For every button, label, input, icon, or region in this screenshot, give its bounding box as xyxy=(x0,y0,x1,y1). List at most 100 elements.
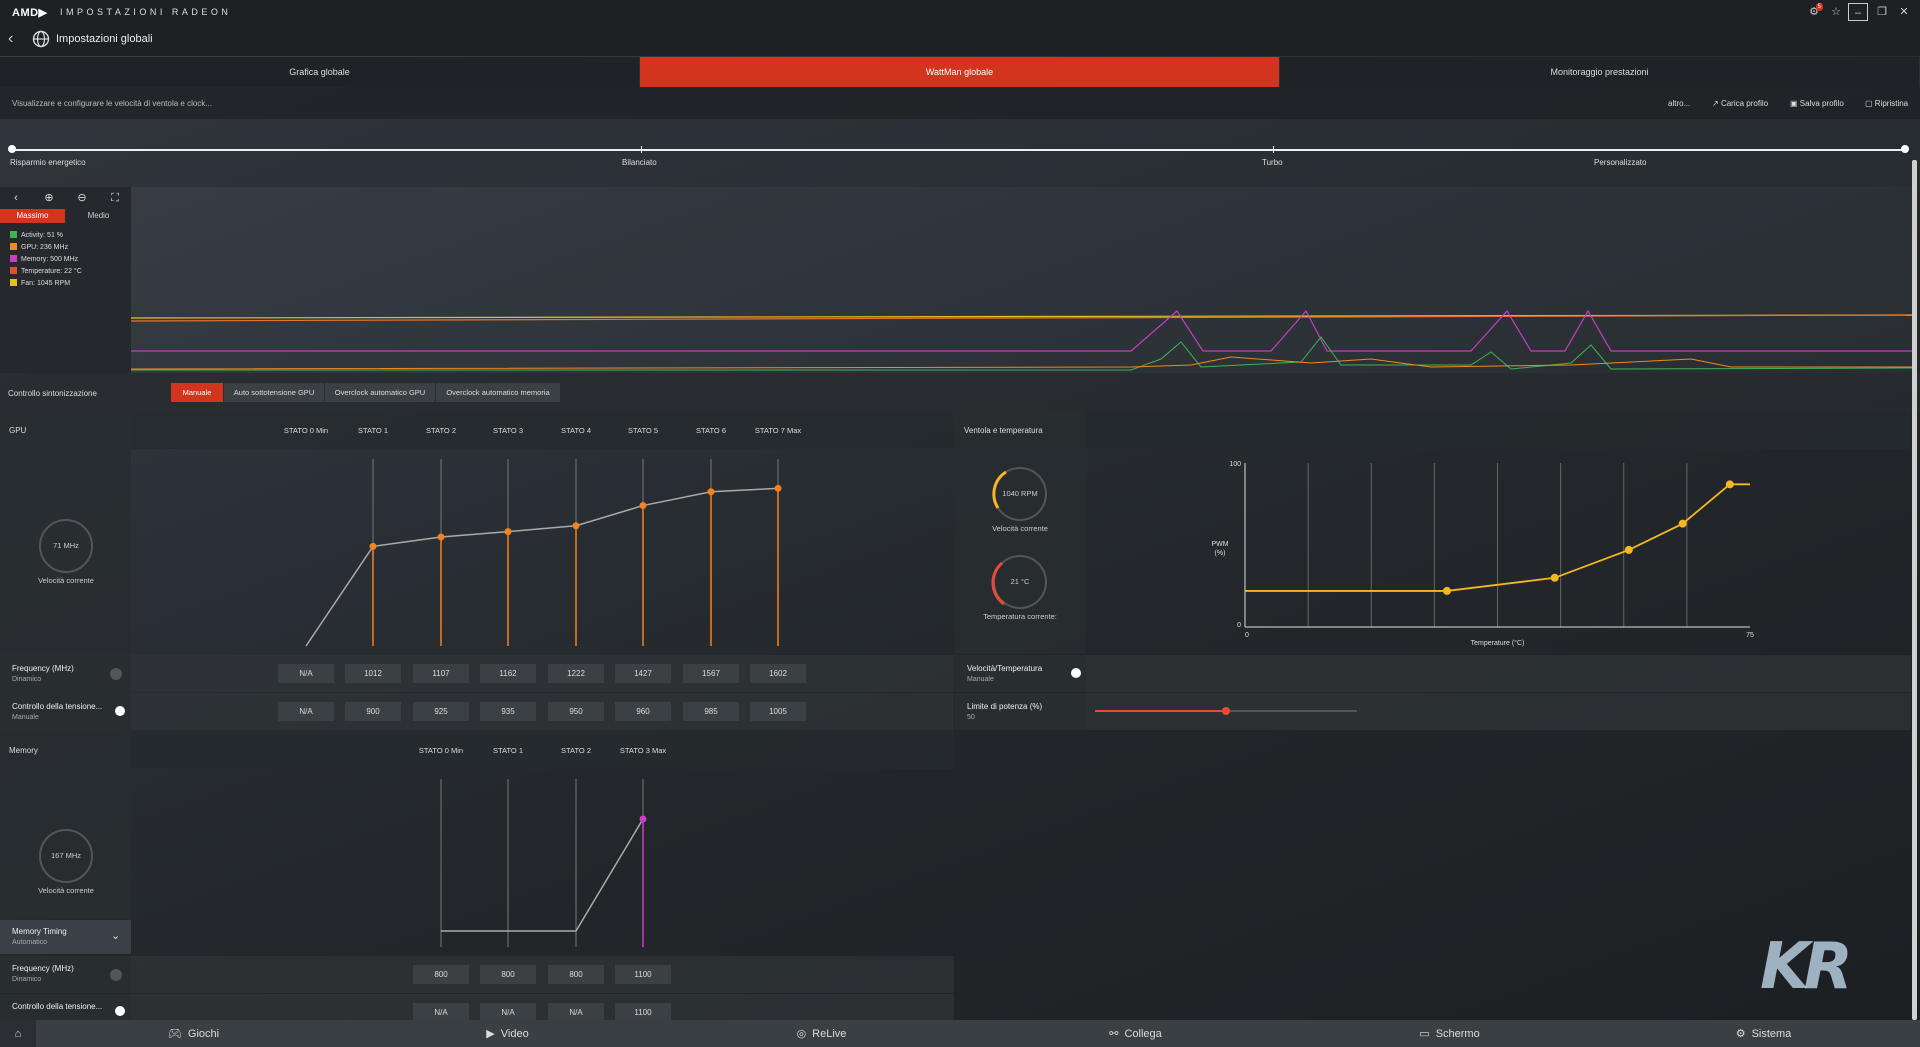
relive-icon: ◎ xyxy=(796,1028,807,1040)
memory-volt-toggle[interactable] xyxy=(115,1006,125,1016)
fan-header xyxy=(955,411,1911,449)
tab-wattman-globale[interactable]: WattMan globale xyxy=(640,57,1280,87)
gpu-state-point[interactable] xyxy=(707,488,715,496)
gpu-freq-cell[interactable]: 1222 xyxy=(548,664,604,683)
gpu-section-title: GPU xyxy=(9,426,27,435)
nav-collega[interactable]: ⚯ Collega xyxy=(978,1020,1292,1047)
gpu-volt-cell[interactable]: N/A xyxy=(278,702,334,721)
gpu-freq-cell[interactable]: 1012 xyxy=(345,664,401,683)
gpu-volt-cell[interactable]: 1005 xyxy=(750,702,806,721)
gpu-volt-cell[interactable]: 960 xyxy=(615,702,671,721)
gpu-state-point[interactable] xyxy=(437,533,445,541)
profile-bilanciato[interactable]: Bilanciato xyxy=(622,158,657,167)
gpu-volt-cell[interactable]: 950 xyxy=(548,702,604,721)
memory-freq-cell[interactable]: 1100 xyxy=(615,965,671,984)
save-profile-button[interactable]: ▣ Salva profilo xyxy=(1790,99,1844,108)
tuning-manual-button[interactable]: Manuale xyxy=(171,383,223,402)
memory-freq-toggle[interactable] xyxy=(110,969,122,981)
fan-section-title: Ventola e temperatura xyxy=(964,426,1043,435)
load-profile-button[interactable]: ↗ Carica profilo xyxy=(1712,99,1768,108)
gpu-volt-cell[interactable]: 900 xyxy=(345,702,401,721)
tuning-auto-undervolt-button[interactable]: Auto sottotensione GPU xyxy=(224,383,324,402)
fan-vt-toggle[interactable] xyxy=(1071,668,1081,678)
power-slider-fill xyxy=(1095,710,1226,712)
nav-video[interactable]: ▶ Video xyxy=(350,1020,664,1047)
gpu-gauge-label: Velocità corrente xyxy=(38,576,94,585)
memory-freq-row xyxy=(0,956,954,993)
home-icon[interactable]: ⌂ xyxy=(0,1020,36,1047)
fan-curve-point[interactable] xyxy=(1678,519,1687,528)
gpu-gauge-value: 71 MHz xyxy=(53,541,79,550)
tuning-label: Controllo sintonizzazione xyxy=(8,389,97,398)
gpu-volt-cell[interactable]: 925 xyxy=(413,702,469,721)
memory-freq-cell[interactable]: 800 xyxy=(548,965,604,984)
scrollbar[interactable] xyxy=(1912,160,1917,1020)
gpu-volt-sub: Manuale xyxy=(12,714,39,721)
fullscreen-icon[interactable]: ⛶ xyxy=(99,187,131,209)
legend-item: Memory: 500 MHz xyxy=(10,255,78,263)
gpu-freq-cell[interactable]: 1427 xyxy=(615,664,671,683)
back-arrow-icon[interactable]: ‹ xyxy=(8,30,13,48)
gpu-freq-cell[interactable]: 1567 xyxy=(683,664,739,683)
description-text: Visualizzare e configurare le velocità d… xyxy=(12,99,212,108)
profile-turbo[interactable]: Turbo xyxy=(1262,158,1283,167)
fan-curve-point[interactable] xyxy=(1443,586,1451,595)
gpu-state-point[interactable] xyxy=(774,484,782,492)
fan-curve-point[interactable] xyxy=(1550,573,1559,582)
gpu-volt-cell[interactable]: 985 xyxy=(683,702,739,721)
gpu-freq-toggle[interactable] xyxy=(110,668,122,680)
share-icon: ⚯ xyxy=(1109,1028,1119,1040)
gpu-freq-cell[interactable]: 1162 xyxy=(480,664,536,683)
more-link[interactable]: altro... xyxy=(1668,99,1690,108)
chevron-down-icon[interactable]: ⌄ xyxy=(111,929,120,942)
tab-medio[interactable]: Medio xyxy=(66,209,131,223)
memory-volt-row xyxy=(0,994,954,1020)
tab-grafica-globale[interactable]: Grafica globale xyxy=(0,57,640,87)
gpu-freq-cell[interactable]: N/A xyxy=(278,664,334,683)
nav-schermo[interactable]: ▭ Schermo xyxy=(1292,1020,1606,1047)
tuning-auto-oc-gpu-button[interactable]: Overclock automatico GPU xyxy=(325,383,435,402)
fan-temp-value: 21 °C xyxy=(1010,577,1030,586)
gpu-state-point[interactable] xyxy=(572,522,580,530)
load-icon: ↗ xyxy=(1712,99,1721,108)
gpu-state-point[interactable] xyxy=(369,542,377,550)
profile-risparmio[interactable]: Risparmio energetico xyxy=(10,158,86,167)
memory-freq-cell[interactable]: 800 xyxy=(480,965,536,984)
gpu-state-point[interactable] xyxy=(639,502,647,510)
profile-personalizzato[interactable]: Personalizzato xyxy=(1594,158,1646,167)
tab-massimo[interactable]: Massimo xyxy=(0,209,65,223)
restore-icon[interactable]: ❐ xyxy=(1872,3,1892,21)
globe-icon xyxy=(32,30,50,48)
gpu-freq-cell[interactable]: 1602 xyxy=(750,664,806,683)
chevron-left-icon[interactable]: ‹ xyxy=(0,187,32,209)
gpu-freq-cell[interactable]: 1107 xyxy=(413,664,469,683)
nav-sistema[interactable]: ⚙ Sistema xyxy=(1606,1020,1920,1047)
gpu-volt-cell[interactable]: 935 xyxy=(480,702,536,721)
profile-knob[interactable] xyxy=(1901,145,1909,153)
close-icon[interactable]: ✕ xyxy=(1894,3,1914,21)
memory-freq-cell[interactable]: 800 xyxy=(413,965,469,984)
memory-state-point[interactable] xyxy=(639,815,647,823)
zoom-out-icon[interactable]: ⊖ xyxy=(66,187,98,209)
star-icon[interactable]: ☆ xyxy=(1826,3,1846,21)
nav-giochi[interactable]: 🎮︎ Giochi xyxy=(36,1020,350,1047)
activity-line xyxy=(131,336,1916,371)
notification-icon[interactable]: ⚙ 5 xyxy=(1804,3,1824,21)
nav-relive[interactable]: ◎ ReLive xyxy=(664,1020,978,1047)
memory-timing-label: Memory Timing xyxy=(12,927,67,936)
gpu-state-point[interactable] xyxy=(504,528,512,536)
power-slider-knob[interactable] xyxy=(1222,707,1230,715)
fan-temp-label: Temperatura corrente: xyxy=(983,612,1057,621)
fan-curve-point[interactable] xyxy=(1725,480,1734,489)
fan-curve-point[interactable] xyxy=(1624,545,1633,554)
profile-track[interactable] xyxy=(12,149,1905,151)
zoom-in-icon[interactable]: ⊕ xyxy=(33,187,65,209)
minimize-icon[interactable]: – xyxy=(1848,3,1868,21)
tab-monitoraggio[interactable]: Monitoraggio prestazioni xyxy=(1280,57,1920,87)
gpu-volt-toggle[interactable] xyxy=(115,706,125,716)
memory-gauge-label: Velocità corrente xyxy=(38,886,94,895)
tuning-auto-oc-memory-button[interactable]: Overclock automatico memoria xyxy=(436,383,560,402)
reset-button[interactable]: ▢ Ripristina xyxy=(1865,99,1908,108)
app-title: IMPOSTAZIONI RADEON xyxy=(60,7,232,17)
fan-x-max: 75 xyxy=(1746,632,1754,639)
